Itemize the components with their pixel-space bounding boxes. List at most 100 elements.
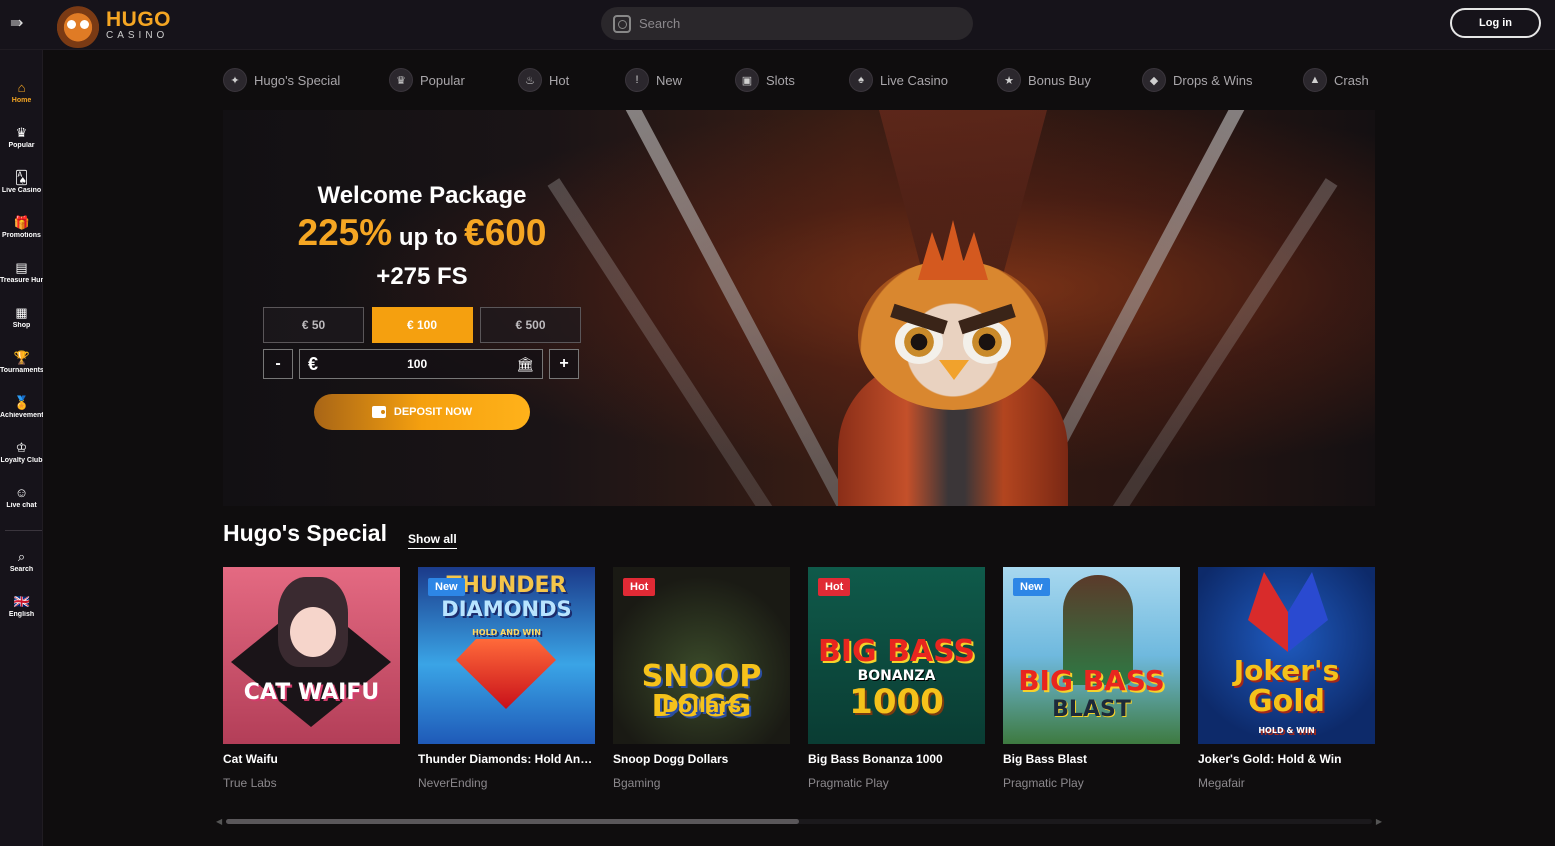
search-input[interactable] <box>639 16 939 31</box>
category-label: Popular <box>420 72 465 88</box>
game-thumbnail[interactable]: THUNDER DIAMONDS HOLD AND WIN New <box>418 567 595 744</box>
category-label: New <box>656 72 683 88</box>
sidebar-item-live-chat[interactable]: ☺ Live chat <box>0 486 43 522</box>
game-art-title: DIAMONDS <box>441 597 572 621</box>
game-thumbnail[interactable]: SNOOP DOGG Dollars Hot <box>613 567 790 744</box>
sidebar-item-tournaments[interactable]: 🏆 Tournaments <box>0 351 43 387</box>
flame-icon: ♨ <box>518 68 542 92</box>
category-tab-drops-wins[interactable]: ◆ Drops & Wins <box>1142 62 1303 98</box>
game-thumbnail[interactable]: Joker's Gold HOLD & WIN <box>1198 567 1375 744</box>
hero-banner: Welcome Package 225% up to €600 +275 FS … <box>223 110 1375 506</box>
medal-icon: 🏅 <box>13 395 30 410</box>
game-card[interactable]: THUNDER DIAMONDS HOLD AND WIN New Thunde… <box>418 567 595 790</box>
search-icon <box>613 14 631 33</box>
game-name[interactable]: Snoop Dogg Dollars <box>613 752 790 766</box>
show-all-link[interactable]: Show all <box>408 532 457 549</box>
promo-max-bonus: €600 <box>464 212 547 253</box>
promo-percent: 225% <box>297 212 393 253</box>
decrease-amount-button[interactable]: - <box>263 349 293 379</box>
sidebar-item-promotions[interactable]: 🎁 Promotions <box>0 216 43 252</box>
promo-free-spins: +275 FS <box>376 263 468 290</box>
amount-option-button[interactable]: € 500 <box>480 307 581 343</box>
login-button[interactable]: Log in <box>1450 8 1541 38</box>
hugo-mascot-image <box>823 220 1083 506</box>
game-thumbnail[interactable]: BIG BASS BONANZA 1000 Hot <box>808 567 985 744</box>
game-name[interactable]: Thunder Diamonds: Hold And ... <box>418 752 595 766</box>
sidebar-divider <box>5 530 42 531</box>
welcome-promo: Welcome Package 225% up to €600 +275 FS <box>263 182 581 291</box>
bank-icon: 🏛 <box>516 355 534 372</box>
game-card[interactable]: BIG BASS BONANZA 1000 Hot Big Bass Bonan… <box>808 567 985 790</box>
uk-flag-icon: 🇬🇧 <box>13 594 30 609</box>
shop-icon: ▦ <box>15 305 28 320</box>
sidebar-item-shop[interactable]: ▦ Shop <box>0 306 43 342</box>
euro-icon: € <box>308 353 319 374</box>
game-name[interactable]: Big Bass Blast <box>1003 752 1180 766</box>
scroll-thumb[interactable] <box>226 819 799 824</box>
deposit-label: DEPOSIT NOW <box>393 406 473 418</box>
amount-option-button[interactable]: € 50 <box>263 307 364 343</box>
gift-icon: 🎁 <box>13 215 30 230</box>
sidebar-item-achievements[interactable]: 🏅 Achievements <box>0 396 43 432</box>
game-provider: NeverEnding <box>418 776 488 790</box>
sidebar-item-live-casino[interactable]: 🂡 Live Casino <box>0 171 43 207</box>
category-label: Hot <box>549 72 570 88</box>
category-nav: ✦ Hugo's Special ♛ Popular ♨ Hot ! New ▣ Slots ♠ Li… <box>223 62 1375 98</box>
game-thumbnail[interactable]: BIG BASS BLAST New <box>1003 567 1180 744</box>
sidebar-item-treasure-hunt[interactable]: ▤ Treasure Hunt <box>0 261 43 297</box>
scroll-right-arrow-icon[interactable]: ▶ <box>1376 817 1382 826</box>
category-label: Live Casino <box>880 72 948 88</box>
game-card[interactable]: CAT WAIFU Cat Waifu True Labs <box>223 567 400 790</box>
game-art-subtitle: HOLD & WIN <box>1258 726 1315 735</box>
amount-value: 100 <box>407 357 428 371</box>
sidebar-item-english[interactable]: 🇬🇧 English <box>0 595 43 631</box>
menu-toggle-icon[interactable]: ⇛ <box>10 14 30 34</box>
category-tab-slots[interactable]: ▣ Slots <box>735 62 849 98</box>
game-provider: Pragmatic Play <box>1003 776 1084 790</box>
scroll-track[interactable] <box>226 819 1372 824</box>
sidebar-item-home[interactable]: ⌂ Home <box>0 81 43 117</box>
sidebar-item-label: Treasure Hunt <box>0 277 43 284</box>
games-carousel: CAT WAIFU Cat Waifu True Labs THUNDER DI… <box>223 567 1375 797</box>
new-badge: New <box>1013 578 1050 596</box>
sidebar-item-label: Tournaments <box>0 367 43 374</box>
sidebar-item-label: Shop <box>12 322 31 329</box>
game-art-title: BIG BASS <box>1018 664 1165 697</box>
game-name[interactable]: Big Bass Bonanza 1000 <box>808 752 985 766</box>
deposit-now-button[interactable]: DEPOSIT NOW <box>314 394 530 430</box>
amount-option-button[interactable]: € 100 <box>371 307 473 343</box>
game-card[interactable]: BIG BASS BLAST New Big Bass Blast Pragma… <box>1003 567 1180 790</box>
logo-mascot-icon <box>54 2 102 48</box>
category-tab-new[interactable]: ! New <box>625 62 735 98</box>
sidebar-item-loyalty-club[interactable]: ♔ Loyalty Club <box>0 441 43 477</box>
carousel-scrollbar[interactable]: ◀ ▶ <box>216 816 1382 826</box>
amount-options: € 50 € 100 € 500 <box>263 307 581 343</box>
game-name[interactable]: Cat Waifu <box>223 752 400 766</box>
home-icon: ⌂ <box>17 80 26 95</box>
amount-input[interactable]: € 100 🏛 <box>299 349 543 379</box>
category-tab-popular[interactable]: ♛ Popular <box>389 62 518 98</box>
promo-up-to: up to <box>392 224 465 251</box>
category-label: Drops & Wins <box>1173 72 1253 88</box>
top-header: ⇛ HUGO CASINO Log in <box>0 0 1555 50</box>
increase-amount-button[interactable]: + <box>549 349 579 379</box>
logo[interactable]: HUGO CASINO <box>54 2 174 48</box>
game-thumbnail[interactable]: CAT WAIFU <box>223 567 400 744</box>
game-provider: True Labs <box>223 776 277 790</box>
category-tab-crash[interactable]: ▲ Crash <box>1303 62 1375 98</box>
game-name[interactable]: Joker's Gold: Hold & Win <box>1198 752 1375 766</box>
category-tab-live-casino[interactable]: ♠ Live Casino <box>849 62 997 98</box>
game-card[interactable]: SNOOP DOGG Dollars Hot Snoop Dogg Dollar… <box>613 567 790 790</box>
sidebar-item-label: Search <box>9 566 34 573</box>
category-tab-hot[interactable]: ♨ Hot <box>518 62 625 98</box>
category-tab-hugo-s-special[interactable]: ✦ Hugo's Special <box>223 62 389 98</box>
sidebar-item-label: English <box>8 611 35 618</box>
sidebar-item-search[interactable]: ⌕ Search <box>0 550 43 586</box>
sidebar-item-popular[interactable]: ♛ Popular <box>0 126 43 162</box>
game-provider: Bgaming <box>613 776 661 790</box>
game-art-title: BLAST <box>1052 697 1131 722</box>
search-bar[interactable] <box>601 7 973 40</box>
game-card[interactable]: Joker's Gold HOLD & WIN Joker's Gold: Ho… <box>1198 567 1375 790</box>
scroll-left-arrow-icon[interactable]: ◀ <box>216 817 222 826</box>
category-tab-bonus-buy[interactable]: ★ Bonus Buy <box>997 62 1142 98</box>
